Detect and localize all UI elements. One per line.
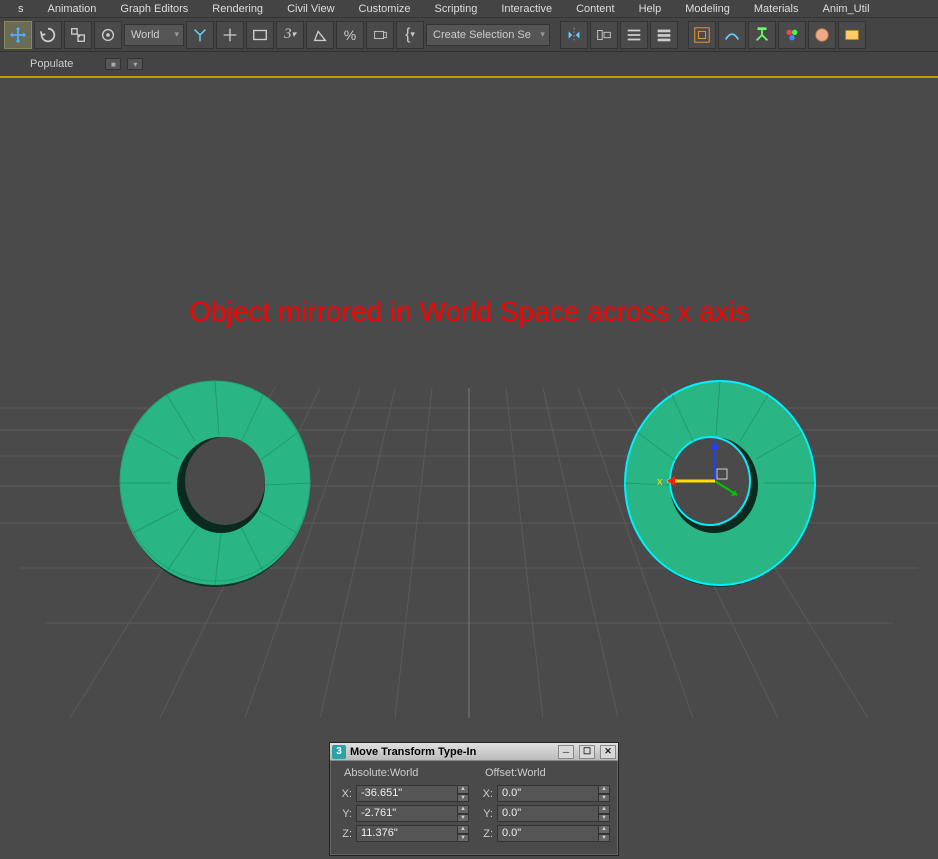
- app-logo-icon: 3: [332, 745, 346, 759]
- angle-snap-button[interactable]: [306, 21, 334, 49]
- main-toolbar: World 3▾ % {▾ Create Selection Se: [0, 18, 938, 52]
- up-arrow-icon[interactable]: ▲: [457, 825, 469, 834]
- off-y-value[interactable]: 0.0": [497, 805, 598, 822]
- menu-modeling[interactable]: Modeling: [673, 0, 742, 17]
- abs-x-label: X:: [338, 788, 352, 800]
- populate-dropdown-arrow-icon[interactable]: ▾: [127, 58, 143, 70]
- abs-z-label: Z:: [338, 828, 352, 840]
- mirror-button[interactable]: [560, 21, 588, 49]
- edit-selection-sets-button[interactable]: {▾: [396, 21, 424, 49]
- down-arrow-icon[interactable]: ▼: [457, 794, 469, 803]
- off-y-spinner[interactable]: 0.0" ▲▼: [497, 805, 610, 822]
- off-x-label: X:: [479, 788, 493, 800]
- curve-editor-button[interactable]: [688, 21, 716, 49]
- abs-z-value[interactable]: 11.376": [356, 825, 457, 842]
- down-arrow-icon[interactable]: ▼: [457, 814, 469, 823]
- menu-anim-util[interactable]: Anim_Util: [810, 0, 881, 17]
- absolute-world-group: Absolute:World X: -36.651" ▲▼ Y: -2.761"…: [338, 767, 469, 845]
- menu-rendering[interactable]: Rendering: [200, 0, 275, 17]
- off-y-label: Y:: [479, 808, 493, 820]
- abs-y-label: Y:: [338, 808, 352, 820]
- up-arrow-icon[interactable]: ▲: [457, 805, 469, 814]
- percent-snap-button[interactable]: %: [336, 21, 364, 49]
- down-arrow-icon[interactable]: ▼: [598, 814, 610, 823]
- close-button[interactable]: ✕: [600, 745, 616, 759]
- abs-y-spinner[interactable]: -2.761" ▲▼: [356, 805, 469, 822]
- perspective-viewport[interactable]: x Object mirrored in World Space across …: [0, 78, 938, 859]
- move-transform-dialog: 3 Move Transform Type-In ─ ☐ ✕ Absolute:…: [329, 742, 619, 856]
- down-arrow-icon[interactable]: ▼: [598, 794, 610, 803]
- off-z-label: Z:: [479, 828, 493, 840]
- populate-toolbar: Populate ■ ▾: [0, 52, 938, 78]
- menu-materials[interactable]: Materials: [742, 0, 811, 17]
- populate-label: Populate: [30, 58, 73, 70]
- minimize-button[interactable]: ─: [558, 745, 574, 759]
- placement-tool-button[interactable]: [94, 21, 122, 49]
- menu-graph-editors[interactable]: Graph Editors: [108, 0, 200, 17]
- coord-system-dropdown[interactable]: World: [124, 24, 184, 46]
- absolute-header: Absolute:World: [338, 767, 469, 779]
- dialog-title: Move Transform Type-In: [350, 746, 553, 758]
- schematic-view-button[interactable]: [748, 21, 776, 49]
- down-arrow-icon[interactable]: ▼: [457, 834, 469, 843]
- menu-interactive[interactable]: Interactive: [489, 0, 564, 17]
- layer-explorer-button[interactable]: [620, 21, 648, 49]
- move-tool-button[interactable]: [4, 21, 32, 49]
- abs-x-spinner[interactable]: -36.651" ▲▼: [356, 785, 469, 802]
- off-z-value[interactable]: 0.0": [497, 825, 598, 842]
- render-setup-button[interactable]: [808, 21, 836, 49]
- offset-world-group: Offset:World X: 0.0" ▲▼ Y: 0.0" ▲▼: [479, 767, 610, 845]
- abs-z-spinner[interactable]: 11.376" ▲▼: [356, 825, 469, 842]
- up-arrow-icon[interactable]: ▲: [457, 785, 469, 794]
- scale-tool-button[interactable]: [64, 21, 92, 49]
- track-view-button[interactable]: [718, 21, 746, 49]
- off-x-spinner[interactable]: 0.0" ▲▼: [497, 785, 610, 802]
- align-button[interactable]: [590, 21, 618, 49]
- menu-scripting[interactable]: Scripting: [423, 0, 490, 17]
- snaps-toggle-button[interactable]: 3▾: [276, 21, 304, 49]
- menu-content[interactable]: Content: [564, 0, 627, 17]
- menu-help[interactable]: Help: [627, 0, 674, 17]
- menu-animation[interactable]: Animation: [36, 0, 109, 17]
- dialog-titlebar[interactable]: 3 Move Transform Type-In ─ ☐ ✕: [330, 743, 618, 761]
- menu-s[interactable]: s: [6, 0, 36, 17]
- menu-civil-view[interactable]: Civil View: [275, 0, 346, 17]
- abs-y-value[interactable]: -2.761": [356, 805, 457, 822]
- main-menubar: s Animation Graph Editors Rendering Civi…: [0, 0, 938, 18]
- torus-original: [120, 381, 310, 587]
- menu-customize[interactable]: Customize: [347, 0, 423, 17]
- viewport-annotation-text: Object mirrored in World Space across x …: [0, 296, 938, 328]
- up-arrow-icon[interactable]: ▲: [598, 825, 610, 834]
- abs-x-value[interactable]: -36.651": [356, 785, 457, 802]
- off-z-spinner[interactable]: 0.0" ▲▼: [497, 825, 610, 842]
- off-x-value[interactable]: 0.0": [497, 785, 598, 802]
- material-editor-button[interactable]: [778, 21, 806, 49]
- keyboard-shortcut-button[interactable]: [246, 21, 274, 49]
- up-arrow-icon[interactable]: ▲: [598, 785, 610, 794]
- down-arrow-icon[interactable]: ▼: [598, 834, 610, 843]
- render-frame-button[interactable]: [838, 21, 866, 49]
- torus-mirrored-selected: x: [625, 381, 815, 587]
- rotate-tool-button[interactable]: [34, 21, 62, 49]
- populate-mini-icon[interactable]: ■: [105, 58, 121, 70]
- select-manipulate-button[interactable]: [216, 21, 244, 49]
- pivot-button[interactable]: [186, 21, 214, 49]
- maximize-button[interactable]: ☐: [579, 745, 595, 759]
- svg-text:x: x: [657, 476, 663, 488]
- selection-set-dropdown[interactable]: Create Selection Se: [426, 24, 550, 46]
- up-arrow-icon[interactable]: ▲: [598, 805, 610, 814]
- spinner-snap-button[interactable]: [366, 21, 394, 49]
- offset-header: Offset:World: [479, 767, 610, 779]
- toggle-ribbon-button[interactable]: [650, 21, 678, 49]
